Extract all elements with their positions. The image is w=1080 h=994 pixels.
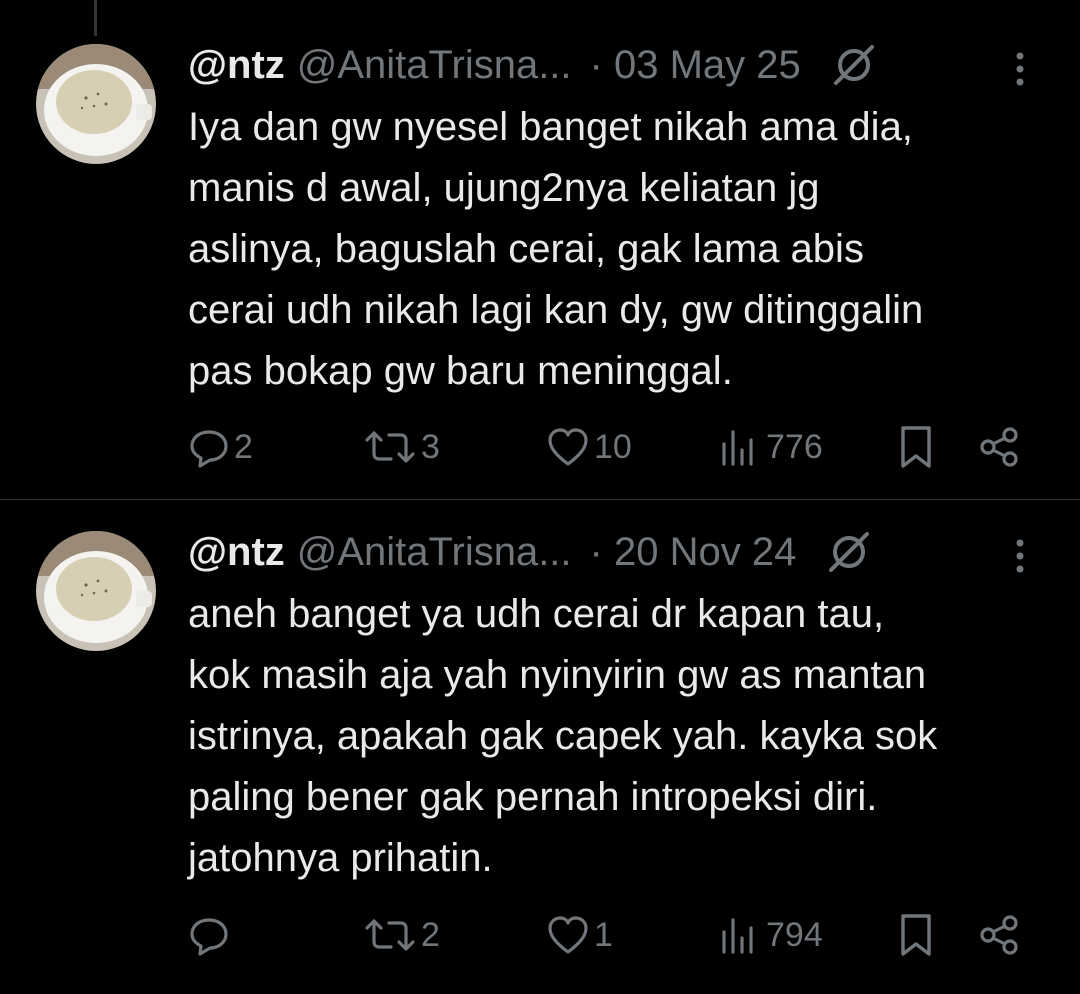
tweet-actions: 2 3 10 776 xyxy=(188,422,1028,472)
tweet-divider xyxy=(0,499,1080,500)
like-count: 10 xyxy=(594,427,632,466)
share-icon xyxy=(978,425,1022,469)
bookmark-icon xyxy=(896,912,936,958)
views-button[interactable]: 794 xyxy=(718,910,823,960)
share-button[interactable] xyxy=(978,910,1022,960)
tweet-actions: 2 1 794 xyxy=(188,910,1028,960)
tweet-text: Iya dan gw nyesel banget nikah ama dia, … xyxy=(188,105,924,393)
tweet-date[interactable]: · 03 May 25 xyxy=(590,43,801,88)
display-name[interactable]: @ntz xyxy=(188,43,285,88)
repost-button[interactable]: 3 xyxy=(363,422,440,472)
share-button[interactable] xyxy=(978,422,1022,472)
view-count: 776 xyxy=(766,427,823,466)
share-icon xyxy=(978,913,1022,957)
views-button[interactable]: 776 xyxy=(718,422,823,472)
tweet-header: @ntz @AnitaTrisna... · 20 Nov 24 xyxy=(188,527,872,577)
tweet-text: aneh banget ya udh cerai dr kapan tau, k… xyxy=(188,592,938,880)
circle-slash-icon xyxy=(826,529,872,575)
repost-icon xyxy=(363,914,417,956)
like-count: 1 xyxy=(594,915,613,954)
circle-slash-icon xyxy=(831,42,877,88)
like-button[interactable]: 10 xyxy=(546,422,632,472)
view-count: 794 xyxy=(766,915,823,954)
repost-count: 3 xyxy=(421,427,440,466)
user-handle[interactable]: @AnitaTrisna... xyxy=(297,530,572,575)
reply-button[interactable]: 2 xyxy=(188,422,253,472)
avatar[interactable] xyxy=(36,531,156,651)
avatar[interactable] xyxy=(36,44,156,164)
tweet-header: @ntz @AnitaTrisna... · 03 May 25 xyxy=(188,40,877,90)
views-icon xyxy=(718,426,762,468)
bookmark-button[interactable] xyxy=(896,422,936,472)
display-name[interactable]: @ntz xyxy=(188,530,285,575)
repost-icon xyxy=(363,426,417,468)
heart-icon xyxy=(546,914,590,956)
user-handle[interactable]: @AnitaTrisna... xyxy=(297,43,572,88)
more-vertical-icon[interactable] xyxy=(1004,531,1036,581)
reply-icon xyxy=(188,426,230,468)
heart-icon xyxy=(546,426,590,468)
repost-count: 2 xyxy=(421,915,440,954)
like-button[interactable]: 1 xyxy=(546,910,613,960)
bookmark-icon xyxy=(896,424,936,470)
reply-count: 2 xyxy=(234,427,253,466)
more-vertical-icon[interactable] xyxy=(1004,44,1036,94)
views-icon xyxy=(718,914,762,956)
tweet-date[interactable]: · 20 Nov 24 xyxy=(590,530,797,575)
repost-button[interactable]: 2 xyxy=(363,910,440,960)
thread-connector-line xyxy=(94,0,97,36)
reply-button[interactable] xyxy=(188,910,234,960)
bookmark-button[interactable] xyxy=(896,910,936,960)
reply-icon xyxy=(188,914,230,956)
